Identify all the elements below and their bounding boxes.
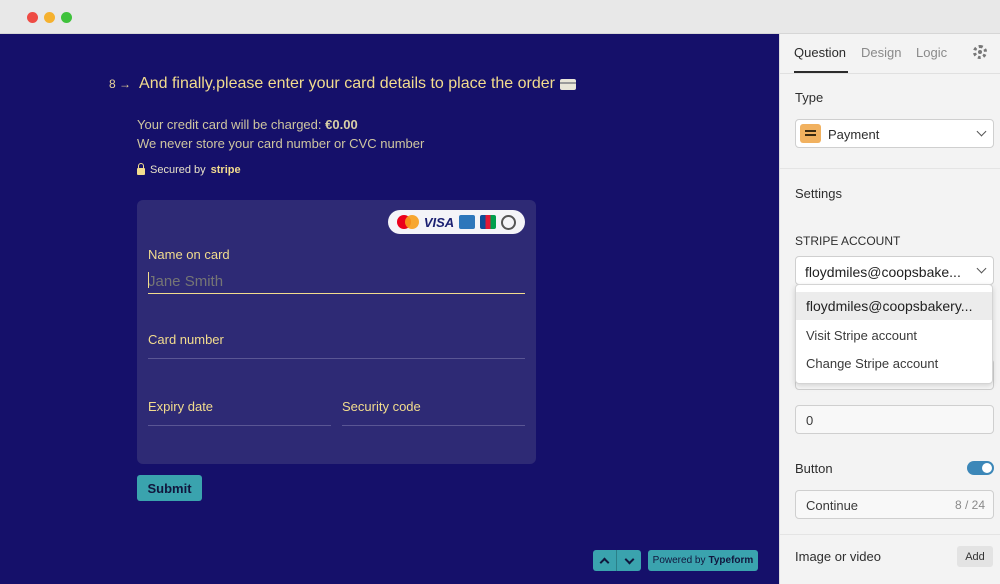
stripe-account-label: STRIPE ACCOUNT: [795, 234, 901, 248]
credit-card-icon: [559, 78, 576, 90]
mastercard-icon: [396, 215, 419, 229]
close-window-button[interactable]: [27, 12, 38, 23]
next-question-button[interactable]: [617, 550, 641, 571]
diners-club-icon: [501, 214, 517, 230]
jcb-icon: [480, 215, 497, 229]
type-select[interactable]: Payment: [795, 119, 994, 148]
name-on-card-input[interactable]: [148, 269, 525, 293]
type-label: Type: [795, 90, 824, 105]
stripe-account-select[interactable]: floydmiles@coopsbake...: [795, 256, 994, 285]
card-brands: VISA: [388, 210, 525, 234]
add-media-button[interactable]: Add: [957, 546, 993, 567]
divider: [780, 168, 1000, 169]
maximize-window-button[interactable]: [61, 12, 72, 23]
question-heading: 8 → And finally,please enter your card d…: [109, 75, 576, 93]
minimize-window-button[interactable]: [44, 12, 55, 23]
stripe-account-dropdown: floydmiles@coopsbakery... Visit Stripe a…: [795, 284, 993, 384]
stripe-logo: stripe: [210, 164, 241, 176]
settings-label: Settings: [795, 186, 842, 201]
text-caret: [148, 272, 149, 288]
charge-info: Your credit card will be charged: €0.00: [137, 117, 358, 132]
store-note: We never store your card number or CVC n…: [137, 136, 425, 151]
security-code-label: Security code: [342, 399, 421, 414]
button-text-counter: 8 / 24: [954, 498, 985, 512]
expiry-date-label: Expiry date: [148, 399, 214, 414]
sidebar-tabs: Question Design Logic: [780, 34, 1000, 74]
dropdown-item-change-stripe[interactable]: Change Stripe account: [796, 349, 992, 377]
lock-icon: [137, 163, 145, 175]
gear-icon[interactable]: [973, 45, 987, 59]
card-details-panel: VISA Name on card Card number Expiry dat…: [137, 200, 536, 464]
image-or-video-label: Image or video: [795, 549, 881, 564]
stripe-account-value: floydmiles@coopsbake...: [805, 264, 961, 280]
question-text: And finally,please enter your card detai…: [139, 75, 555, 92]
question-navigation: [593, 550, 641, 571]
chevron-down-icon: [976, 263, 987, 274]
name-input-underline: [148, 293, 525, 294]
tab-logic[interactable]: Logic: [916, 45, 947, 60]
active-tab-indicator: [794, 71, 848, 73]
amex-icon: [459, 215, 476, 229]
payment-icon: [800, 124, 821, 143]
button-label: Button: [795, 461, 833, 476]
button-text-input[interactable]: Continue 8 / 24: [795, 490, 994, 519]
dropdown-item-visit-stripe[interactable]: Visit Stripe account: [796, 321, 992, 349]
window-titlebar: [0, 0, 1000, 34]
button-toggle[interactable]: [967, 461, 994, 475]
settings-sidebar: Question Design Logic Type Payment Setti…: [779, 34, 1000, 584]
button-text-value: Continue: [806, 498, 859, 513]
name-on-card-label: Name on card: [148, 247, 230, 262]
visa-icon: VISA: [423, 214, 455, 230]
chevron-up-icon: [599, 557, 610, 567]
powered-by-typeform-badge[interactable]: Powered by Typeform: [648, 550, 758, 571]
chevron-down-icon: [976, 126, 987, 137]
tab-design[interactable]: Design: [861, 45, 901, 60]
card-number-label: Card number: [148, 332, 224, 347]
question-number: 8 →: [109, 77, 132, 91]
form-preview: 8 → And finally,please enter your card d…: [0, 34, 779, 584]
secured-by-stripe: Secured by stripe: [137, 163, 241, 176]
previous-question-button[interactable]: [593, 550, 617, 571]
tab-question[interactable]: Question: [794, 45, 846, 60]
amount-input[interactable]: 0: [795, 405, 994, 434]
dropdown-item-account[interactable]: floydmiles@coopsbakery...: [796, 292, 992, 320]
divider: [780, 534, 1000, 535]
charge-amount: €0.00: [325, 117, 358, 132]
chevron-down-icon: [624, 554, 634, 564]
security-code-input[interactable]: [342, 425, 525, 426]
expiry-date-input[interactable]: [148, 425, 331, 426]
type-select-value: Payment: [828, 127, 880, 142]
card-number-input[interactable]: [148, 358, 525, 359]
submit-button[interactable]: Submit: [137, 475, 202, 501]
